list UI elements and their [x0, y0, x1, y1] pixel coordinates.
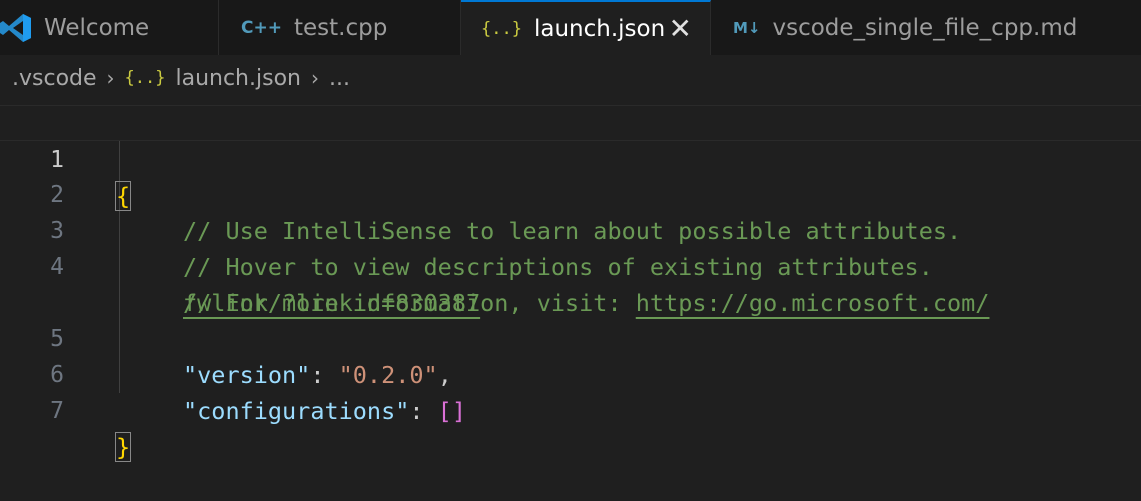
vscode-logo-icon [0, 12, 32, 44]
code-editor[interactable]: 1 { 2 // Use IntelliSense to learn about… [0, 105, 1141, 462]
close-icon[interactable]: ✕ [669, 12, 692, 45]
tab-label: test.cpp [293, 14, 388, 41]
code-line[interactable]: 5 "version": "0.2.0", [0, 285, 1141, 389]
breadcrumb-file[interactable]: launch.json [175, 66, 301, 91]
json-file-icon: {..} [124, 68, 166, 88]
breadcrumb-folder[interactable]: .vscode [12, 66, 97, 91]
colon: : [409, 397, 438, 425]
cpp-file-icon: C++ [241, 17, 282, 38]
tab-welcome[interactable]: Welcome [0, 0, 219, 55]
code-line[interactable]: 6 "configurations": [] [0, 321, 1141, 425]
chevron-right-icon: › [310, 66, 319, 90]
json-key: "configurations" [183, 397, 410, 425]
code-line-wrapped[interactable]: fwlink/?linkid=830387 [0, 249, 1141, 317]
tab-launch-json[interactable]: {..} launch.json ✕ [461, 0, 711, 56]
json-array-value: [] [437, 397, 466, 425]
line-number: 7 [50, 398, 64, 424]
tab-test-cpp[interactable]: C++ test.cpp [219, 0, 461, 55]
code-line[interactable]: 2 // Use IntelliSense to learn about pos… [0, 141, 1141, 245]
json-file-icon: {..} [481, 19, 522, 39]
tab-label: Welcome [44, 14, 150, 41]
close-brace: } [114, 432, 132, 462]
tab-label: launch.json [533, 16, 666, 42]
markdown-file-icon: M↓ [733, 18, 761, 37]
code-line[interactable]: 4 // For more information, visit: https:… [0, 213, 1141, 317]
code-line[interactable]: 3 // Hover to view descriptions of exist… [0, 177, 1141, 281]
breadcrumb: .vscode › {..} launch.json › ... [0, 55, 1141, 101]
code-line[interactable]: 1 { [0, 105, 1141, 211]
breadcrumb-symbol[interactable]: ... [329, 66, 350, 91]
tab-bar: Welcome C++ test.cpp {..} launch.json ✕ … [0, 0, 1141, 56]
tab-label: vscode_single_file_cpp.md [772, 14, 1078, 41]
chevron-right-icon: › [106, 66, 115, 90]
code-line[interactable]: 7 } [0, 357, 1141, 462]
tab-vscode-single-file-cpp-md[interactable]: M↓ vscode_single_file_cpp.md [711, 0, 1141, 55]
